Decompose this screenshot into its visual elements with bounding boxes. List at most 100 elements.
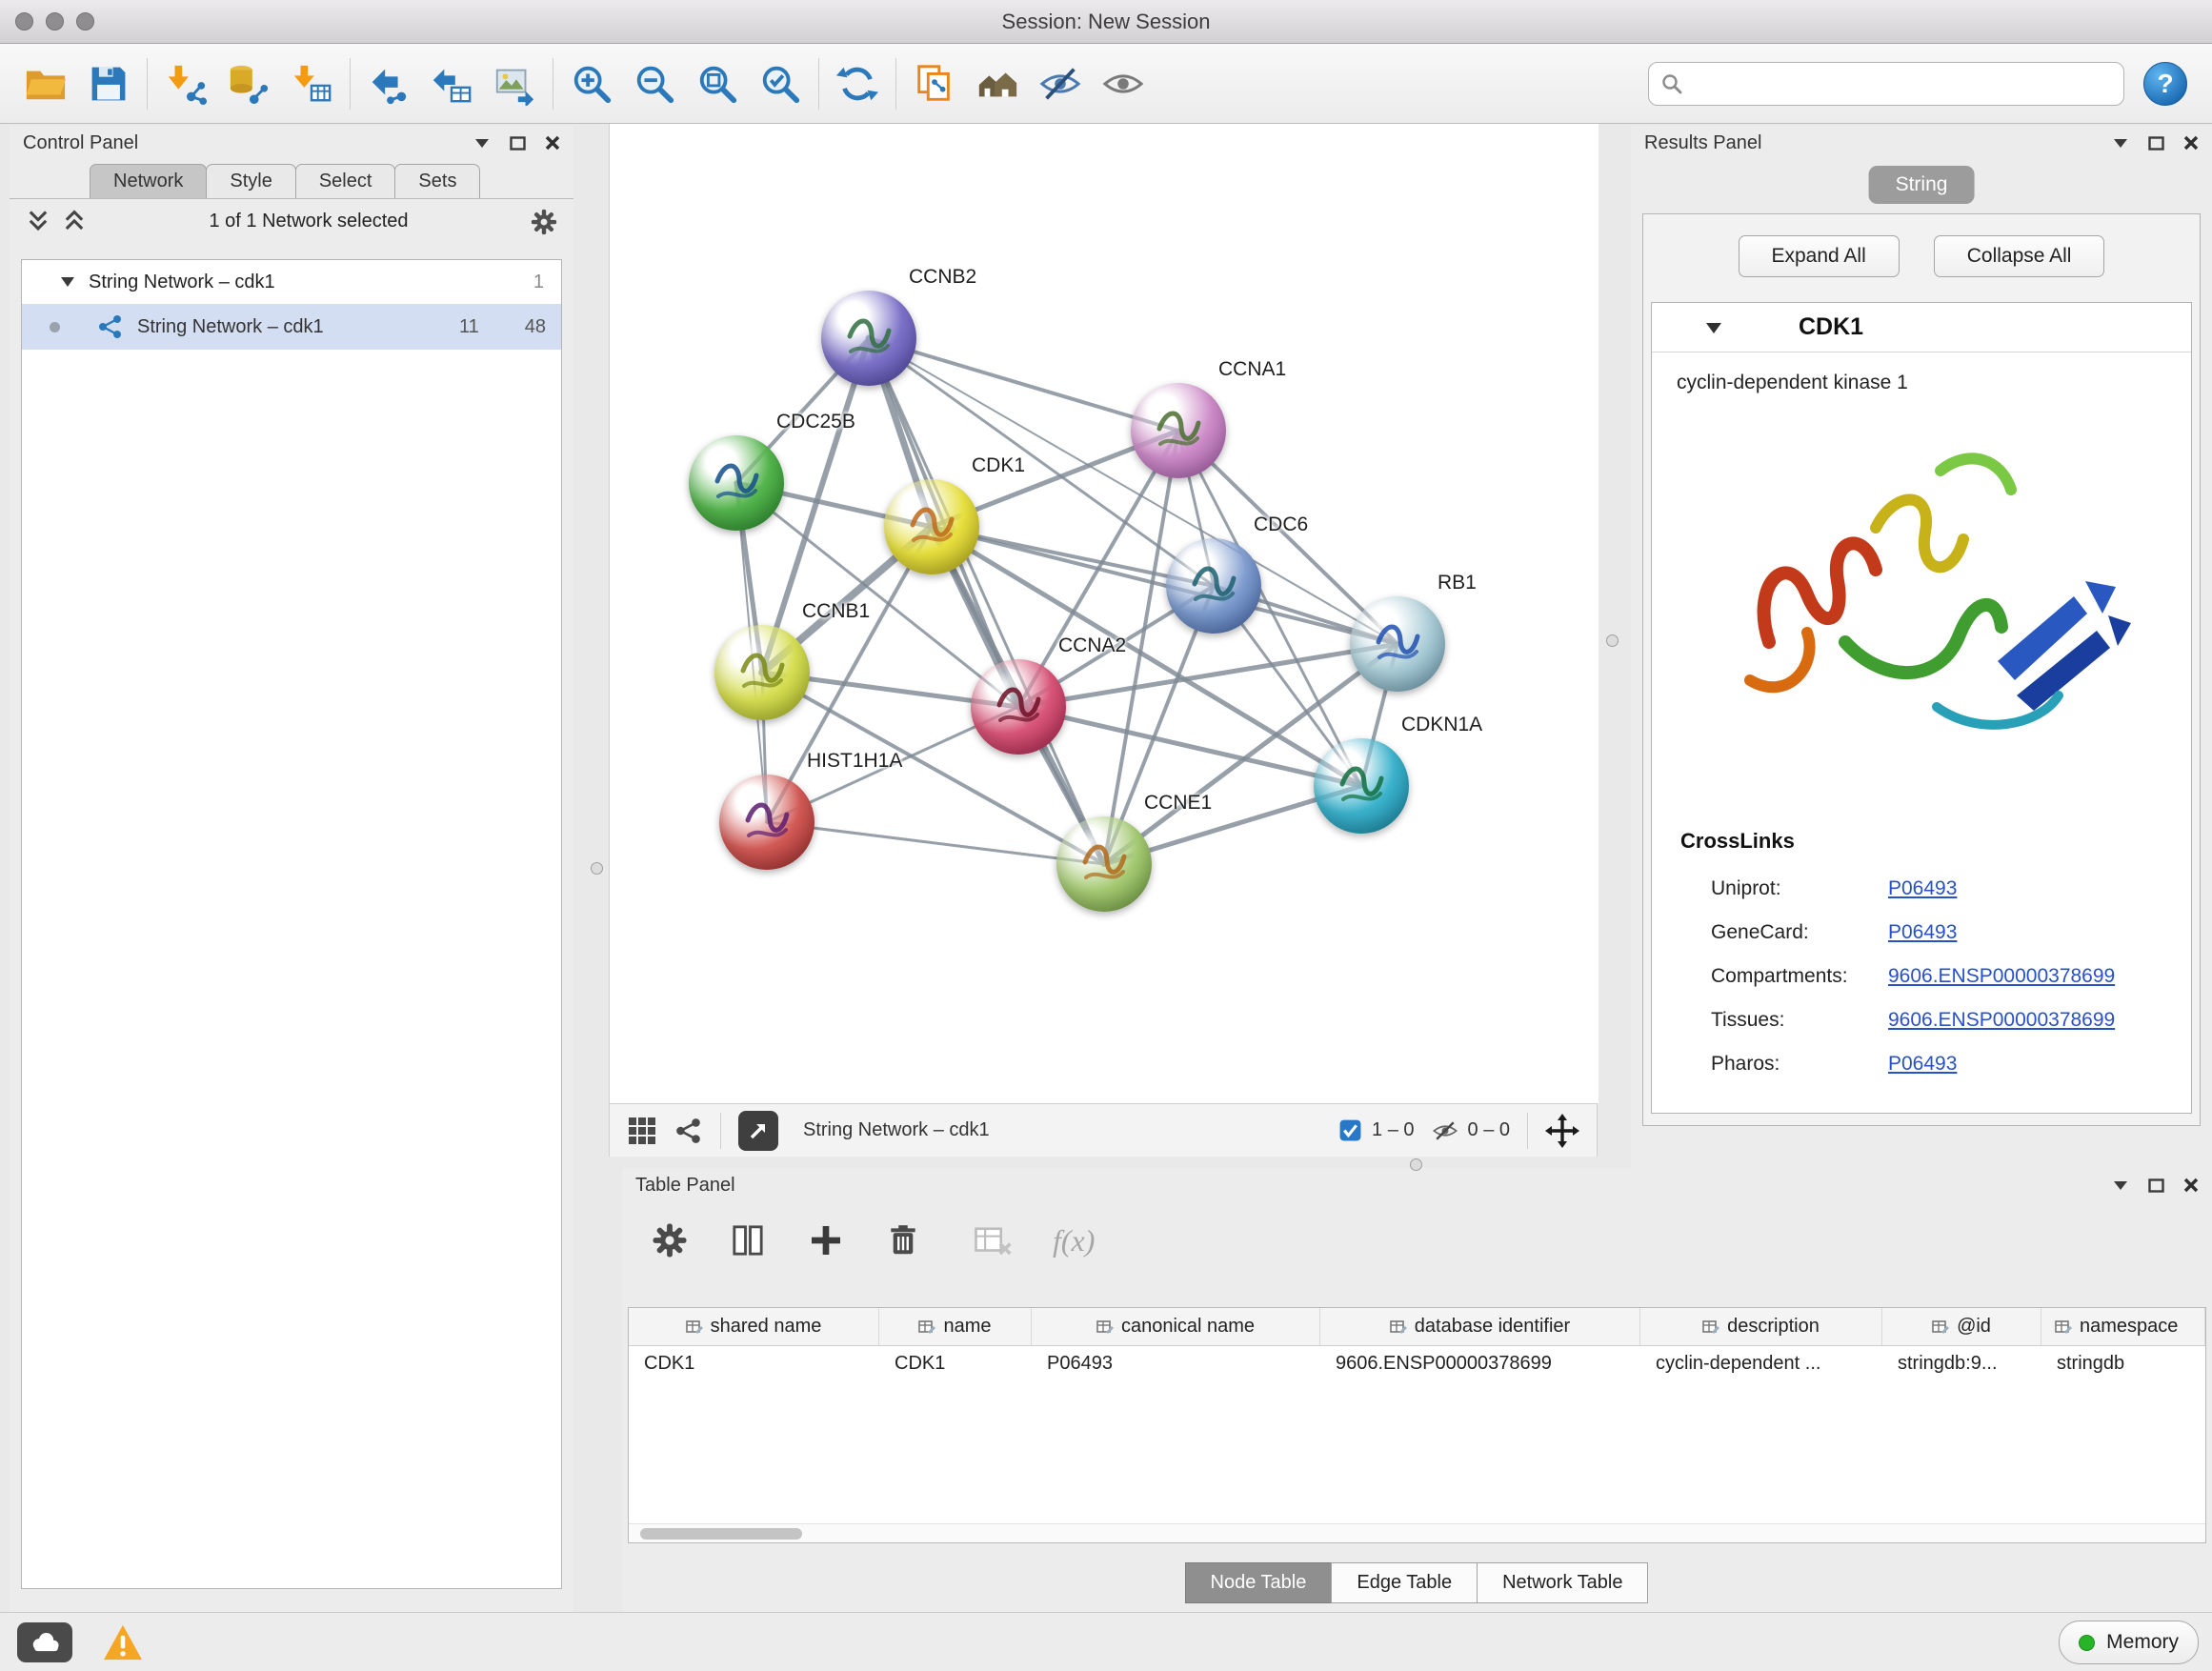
- import-network-database-button[interactable]: [222, 54, 275, 113]
- hidden-eye-icon[interactable]: [1432, 1117, 1458, 1144]
- tab-string[interactable]: String: [1869, 166, 1975, 204]
- crosslink-value-uniprot-[interactable]: P06493: [1888, 877, 1957, 900]
- network-edge-ccnb2-ccne1[interactable]: [869, 338, 1104, 864]
- zoom-selected-button[interactable]: [754, 54, 807, 113]
- network-canvas[interactable]: CCNB2CCNA1CDC25BCDK1CDC6RB1CCNB1CCNA2CDK…: [610, 124, 1599, 1103]
- save-session-button[interactable]: [82, 54, 135, 113]
- float-panel-icon[interactable]: [510, 136, 526, 151]
- show-graphics-details-button[interactable]: [1096, 54, 1150, 113]
- table-cell-description[interactable]: cyclin-dependent ...: [1640, 1346, 1882, 1384]
- table-cell-shared-name[interactable]: CDK1: [629, 1346, 879, 1384]
- network-node-cdc25b[interactable]: [689, 435, 784, 531]
- open-session-button[interactable]: [19, 54, 72, 113]
- warnings-button[interactable]: [99, 1621, 147, 1664]
- network-row-selected[interactable]: String Network – cdk1 11 48: [22, 304, 561, 350]
- network-node-hist1h1a[interactable]: [719, 775, 814, 870]
- collapse-section-icon[interactable]: [1705, 321, 1722, 334]
- float-panel-icon[interactable]: [2148, 1178, 2164, 1193]
- left-splitter-handle[interactable]: [591, 862, 603, 875]
- export-table-button[interactable]: [425, 54, 478, 113]
- tab-sets[interactable]: Sets: [394, 164, 480, 198]
- tab-network[interactable]: Network: [90, 164, 207, 198]
- network-node-ccnb2[interactable]: [821, 291, 916, 386]
- zoom-fit-button[interactable]: [691, 54, 744, 113]
- table-cell-database-identifier[interactable]: 9606.ENSP00000378699: [1320, 1346, 1640, 1384]
- column-header--id[interactable]: @id: [1882, 1308, 2041, 1345]
- hide-graphics-details-button[interactable]: [1034, 54, 1087, 113]
- add-column-icon[interactable]: [807, 1221, 845, 1259]
- tab-select[interactable]: Select: [295, 164, 396, 198]
- network-node-rb1[interactable]: [1350, 596, 1445, 692]
- network-edge-cdk1-rb1[interactable]: [932, 527, 1398, 644]
- close-panel-icon[interactable]: [545, 135, 560, 151]
- column-header-description[interactable]: description: [1640, 1308, 1882, 1345]
- column-header-shared-name[interactable]: shared name: [629, 1308, 879, 1345]
- tab-edge-table[interactable]: Edge Table: [1331, 1562, 1478, 1603]
- column-header-database-identifier[interactable]: database identifier: [1320, 1308, 1640, 1345]
- table-cell-name[interactable]: CDK1: [879, 1346, 1032, 1384]
- table-horizontal-scrollbar[interactable]: [629, 1523, 2205, 1542]
- network-node-ccne1[interactable]: [1056, 816, 1152, 912]
- network-node-ccnb1[interactable]: [714, 625, 810, 720]
- import-network-file-button[interactable]: [159, 54, 212, 113]
- tab-style[interactable]: Style: [206, 164, 295, 198]
- column-header-canonical-name[interactable]: canonical name: [1032, 1308, 1320, 1345]
- network-options-gear-icon[interactable]: [530, 208, 558, 236]
- panel-menu-icon[interactable]: [2112, 1179, 2129, 1191]
- network-snapshot-button[interactable]: [908, 54, 961, 113]
- tab-node-table[interactable]: Node Table: [1185, 1562, 1333, 1603]
- float-panel-icon[interactable]: [2148, 136, 2164, 151]
- bottom-splitter-handle[interactable]: [1410, 1158, 1422, 1171]
- network-node-cdkn1a[interactable]: [1314, 738, 1409, 834]
- close-panel-icon[interactable]: [2183, 1178, 2199, 1193]
- column-header-namespace[interactable]: namespace: [2041, 1308, 2205, 1345]
- expand-all-icon[interactable]: [61, 209, 88, 235]
- network-node-ccna1[interactable]: [1131, 383, 1226, 478]
- panel-menu-icon[interactable]: [2112, 137, 2129, 149]
- show-columns-icon[interactable]: [729, 1221, 767, 1259]
- collapse-all-icon[interactable]: [25, 209, 51, 235]
- zoom-out-button[interactable]: [628, 54, 681, 113]
- panel-menu-icon[interactable]: [473, 137, 491, 149]
- grid-view-icon[interactable]: [627, 1116, 657, 1146]
- network-node-cdk1[interactable]: [884, 479, 979, 574]
- table-cell-canonical-name[interactable]: P06493: [1032, 1346, 1320, 1384]
- import-table-button[interactable]: [285, 54, 338, 113]
- collapse-all-button[interactable]: Collapse All: [1934, 235, 2105, 277]
- network-edge-ccna2-cdkn1a[interactable]: [1018, 707, 1361, 786]
- table-cell-namespace[interactable]: stringdb: [2041, 1346, 2205, 1384]
- apply-layout-button[interactable]: [831, 54, 884, 113]
- table-options-gear-icon[interactable]: [651, 1221, 689, 1259]
- delete-column-icon[interactable]: [885, 1221, 921, 1259]
- open-external-button[interactable]: [738, 1111, 778, 1151]
- cloud-button[interactable]: [17, 1622, 72, 1662]
- export-image-button[interactable]: [488, 54, 541, 113]
- selected-checkbox-icon[interactable]: [1338, 1118, 1362, 1142]
- network-collection-row[interactable]: String Network – cdk1 1: [22, 260, 561, 304]
- crosslink-value-compartments-[interactable]: 9606.ENSP00000378699: [1888, 965, 2115, 988]
- zoom-in-button[interactable]: [565, 54, 618, 113]
- crosslink-value-genecard-[interactable]: P06493: [1888, 921, 1957, 944]
- network-glyph-icon[interactable]: [674, 1117, 703, 1145]
- help-button[interactable]: ?: [2143, 62, 2187, 106]
- crosslink-value-pharos-[interactable]: P06493: [1888, 1053, 1957, 1076]
- crosslink-value-tissues-[interactable]: 9606.ENSP00000378699: [1888, 1009, 2115, 1032]
- scrollbar-thumb[interactable]: [640, 1528, 802, 1540]
- birds-eye-view-button[interactable]: [971, 54, 1024, 113]
- column-header-name[interactable]: name: [879, 1308, 1032, 1345]
- memory-button[interactable]: Memory: [2059, 1621, 2199, 1664]
- network-edge-ccne1-hist1h1a[interactable]: [767, 822, 1104, 864]
- tree-expand-icon[interactable]: [60, 275, 75, 289]
- export-network-button[interactable]: [362, 54, 415, 113]
- network-node-cdc6[interactable]: [1166, 538, 1261, 634]
- gene-card-header[interactable]: CDK1: [1652, 303, 2191, 352]
- pan-crosshair-icon[interactable]: [1545, 1114, 1579, 1148]
- tab-network-table[interactable]: Network Table: [1477, 1562, 1648, 1603]
- table-cell--id[interactable]: stringdb:9...: [1882, 1346, 2041, 1384]
- network-node-ccna2[interactable]: [971, 659, 1066, 755]
- search-input[interactable]: [1691, 71, 2112, 95]
- expand-all-button[interactable]: Expand All: [1739, 235, 1900, 277]
- search-field[interactable]: [1648, 62, 2124, 106]
- right-splitter-handle[interactable]: [1606, 634, 1619, 647]
- close-panel-icon[interactable]: [2183, 135, 2199, 151]
